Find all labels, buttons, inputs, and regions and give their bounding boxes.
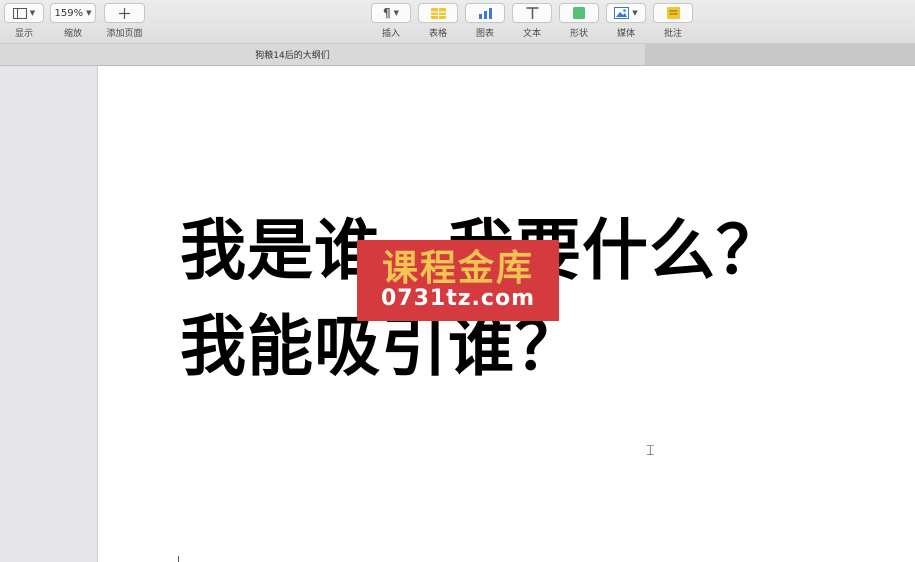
image-icon [614,7,630,19]
bar-chart-icon [478,7,492,19]
comment-label: 批注 [663,29,682,39]
shape-label: 形状 [569,29,588,39]
add-page-tool[interactable]: 添加页面 [104,3,145,39]
document-heading-line2[interactable]: 我能吸引谁？ [180,314,582,380]
chevron-down-icon: ▼ [86,9,92,17]
pilcrow-icon: ¶ [382,6,391,20]
document-tab[interactable]: 狗粮14后的大纲们 [0,44,645,65]
insert-label: 插入 [381,29,400,39]
text-button[interactable] [512,3,552,23]
chevron-down-icon: ▼ [632,9,638,17]
watermark-title: 课程金库 [381,247,534,289]
toolbar: ▼ 显示 159% ▼ 缩放 添加页面 ¶ ▼ 插入 表格 图表 文本 形状 ▼… [0,0,915,44]
shape-icon [573,7,585,19]
media-button[interactable]: ▼ [606,3,646,23]
page-thumbnails-sidebar[interactable] [0,66,98,562]
media-label: 媒体 [616,29,635,39]
table-icon [430,7,446,19]
shape-tool[interactable]: 形状 [559,3,599,39]
zoom-label: 缩放 [63,29,82,39]
view-tool[interactable]: ▼ 显示 [4,3,44,39]
chart-button[interactable] [465,3,505,23]
comment-tool[interactable]: 批注 [653,3,693,39]
chart-tool[interactable]: 图表 [465,3,505,39]
view-label: 显示 [14,29,33,39]
watermark-banner: 课程金库 0731tz.com [357,240,559,321]
insert-button[interactable]: ¶ ▼ [371,3,411,23]
zoom-value: 159% [54,7,84,19]
chevron-down-icon: ▼ [29,9,36,17]
zoom-select[interactable]: 159% ▼ [50,3,96,23]
sidebar-view-icon [12,7,27,19]
table-label: 表格 [428,29,447,39]
text-label: 文本 [522,29,541,39]
view-button[interactable]: ▼ [4,3,44,23]
plus-icon [119,7,130,19]
zoom-tool[interactable]: 159% ▼ 缩放 [50,3,96,39]
text-icon [526,7,538,19]
text-cursor-icon: ⌶ [646,443,655,459]
insert-tool[interactable]: ¶ ▼ 插入 [371,3,411,39]
chevron-down-icon: ▼ [393,9,400,17]
media-tool[interactable]: ▼ 媒体 [606,3,646,39]
add-page-label: 添加页面 [106,29,143,39]
add-page-button[interactable] [104,3,145,23]
insertion-caret [178,556,179,562]
table-button[interactable] [418,3,458,23]
comment-icon [666,7,680,19]
text-tool[interactable]: 文本 [512,3,552,39]
table-tool[interactable]: 表格 [418,3,458,39]
chart-label: 图表 [475,29,494,39]
title-bar-empty-area [645,44,915,65]
shape-button[interactable] [559,3,599,23]
document-title-bar: 狗粮14后的大纲们 [0,44,915,66]
watermark-url: 0731tz.com [381,286,535,312]
document-title: 狗粮14后的大纲们 [255,51,330,61]
comment-button[interactable] [653,3,693,23]
